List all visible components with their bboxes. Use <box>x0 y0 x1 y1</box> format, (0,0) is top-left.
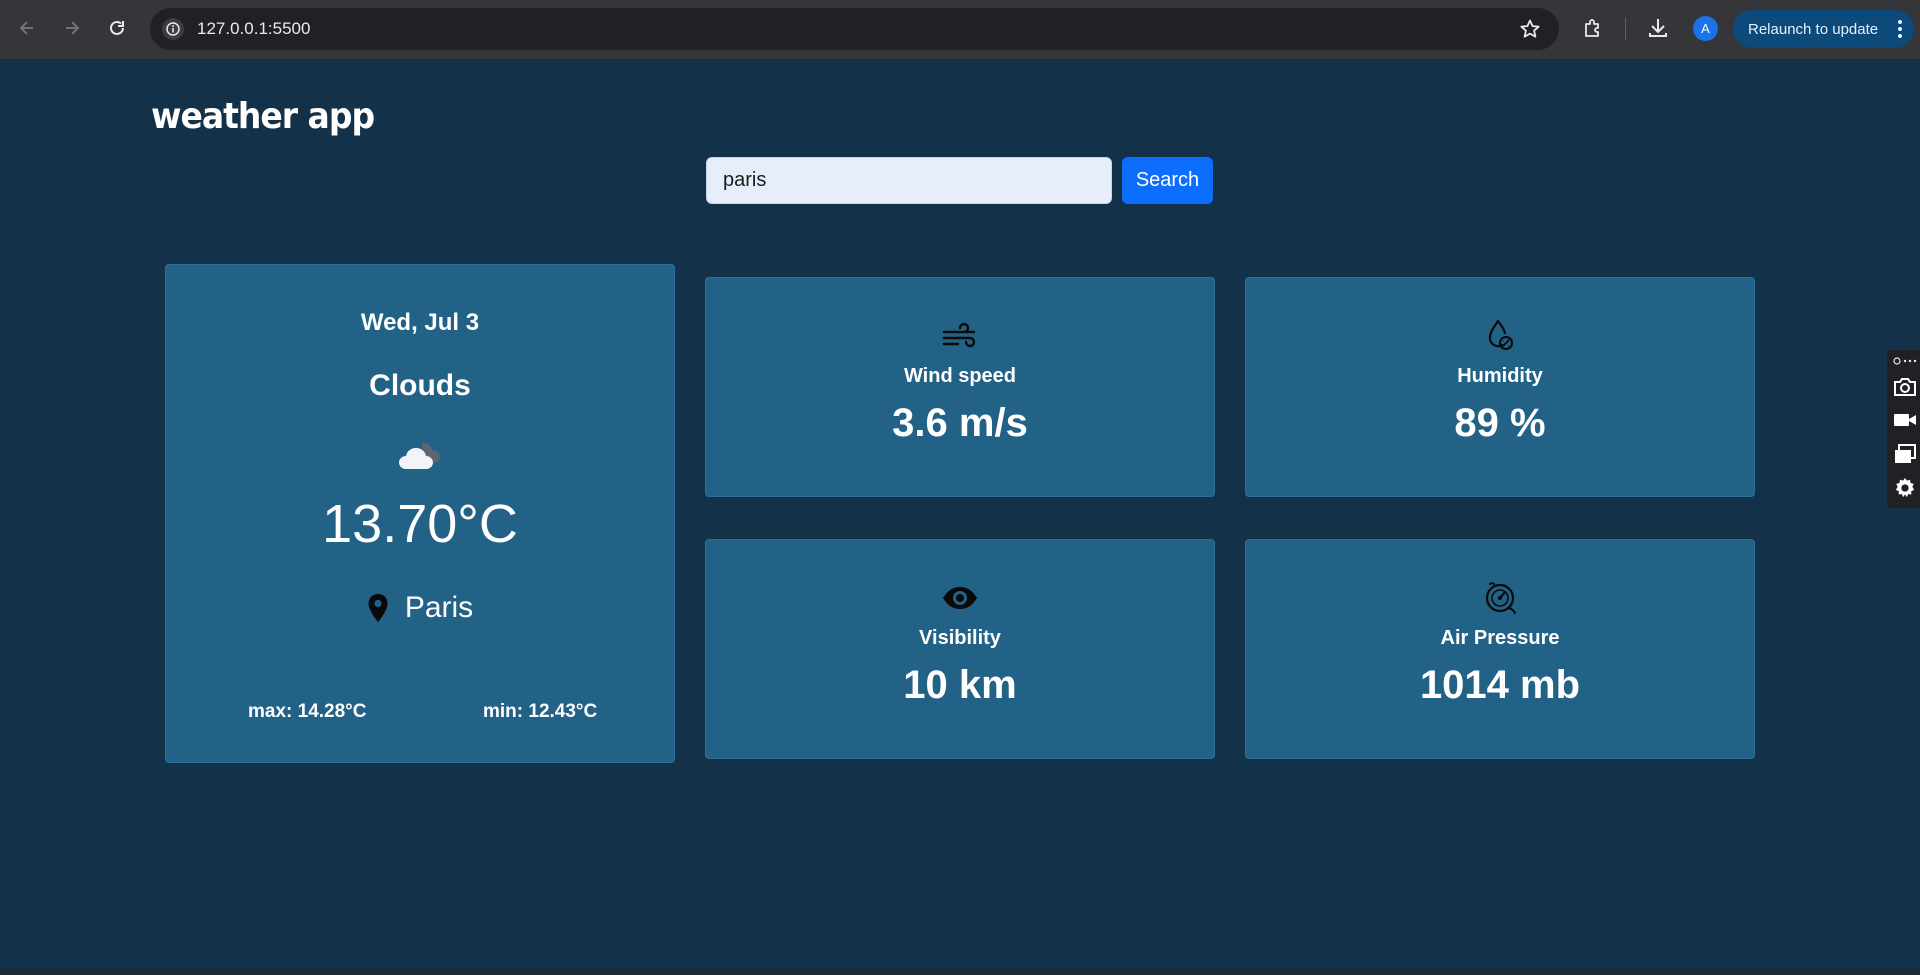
relaunch-label: Relaunch to update <box>1748 20 1879 38</box>
humidity-label: Humidity <box>1457 365 1543 387</box>
forward-icon[interactable] <box>57 13 87 43</box>
window-icon[interactable] <box>1892 442 1918 466</box>
avatar[interactable]: A <box>1693 16 1718 41</box>
reload-icon[interactable] <box>102 13 132 43</box>
city-name: Paris <box>404 591 474 624</box>
menu-dots-icon[interactable] <box>1898 19 1902 39</box>
extensions-icon[interactable] <box>1580 15 1606 41</box>
max-temperature: max: 14.28°C <box>248 701 367 722</box>
toolbar-divider <box>1625 18 1626 40</box>
visibility-value: 10 km <box>903 663 1017 707</box>
url-text[interactable]: 127.0.0.1:5500 <box>197 19 310 39</box>
toolbar-handle-icon[interactable] <box>1892 354 1918 368</box>
back-icon[interactable] <box>12 13 42 43</box>
visibility-card: Visibility 10 km <box>705 539 1215 759</box>
weather-condition: Clouds <box>369 369 471 402</box>
humidity-card: Humidity 89 % <box>1245 277 1755 497</box>
air-pressure-label: Air Pressure <box>1440 627 1560 649</box>
app-title: weather app <box>151 94 375 137</box>
temperature: 13.70°C <box>322 494 518 554</box>
eye-icon <box>943 587 977 609</box>
humidity-value: 89 % <box>1454 401 1546 445</box>
side-capture-toolbar <box>1887 350 1920 508</box>
air-pressure-value: 1014 mb <box>1419 663 1581 707</box>
location: Paris <box>166 591 674 625</box>
search-button[interactable]: Search <box>1122 157 1213 204</box>
camera-icon[interactable] <box>1892 374 1918 398</box>
humidity-icon <box>1488 319 1513 350</box>
site-info-icon[interactable] <box>162 18 184 40</box>
window-bottom-edge <box>0 970 1920 975</box>
current-date: Wed, Jul 3 <box>360 309 480 336</box>
visibility-label: Visibility <box>919 627 1001 649</box>
wind-speed-value: 3.6 m/s <box>892 401 1028 445</box>
bookmark-star-icon[interactable] <box>1519 18 1541 40</box>
location-pin-icon <box>368 594 388 622</box>
browser-toolbar: 127.0.0.1:5500 A Relaunch to update <box>0 0 1920 59</box>
pressure-gauge-icon <box>1485 582 1516 614</box>
search-input[interactable] <box>706 157 1112 204</box>
relaunch-button[interactable]: Relaunch to update <box>1733 10 1914 48</box>
cloud-icon <box>399 443 440 469</box>
settings-gear-icon[interactable] <box>1892 476 1918 500</box>
video-icon[interactable] <box>1892 408 1918 432</box>
wind-speed-label: Wind speed <box>903 365 1017 387</box>
address-bar[interactable]: 127.0.0.1:5500 <box>150 8 1559 50</box>
min-temperature: min: 12.43°C <box>483 701 598 722</box>
air-pressure-card: Air Pressure 1014 mb <box>1245 539 1755 759</box>
wind-icon <box>942 322 976 348</box>
download-icon[interactable] <box>1645 15 1671 41</box>
wind-speed-card: Wind speed 3.6 m/s <box>705 277 1215 497</box>
current-weather-card: Wed, Jul 3 Clouds 13.70°C Paris max: 14.… <box>165 264 675 763</box>
